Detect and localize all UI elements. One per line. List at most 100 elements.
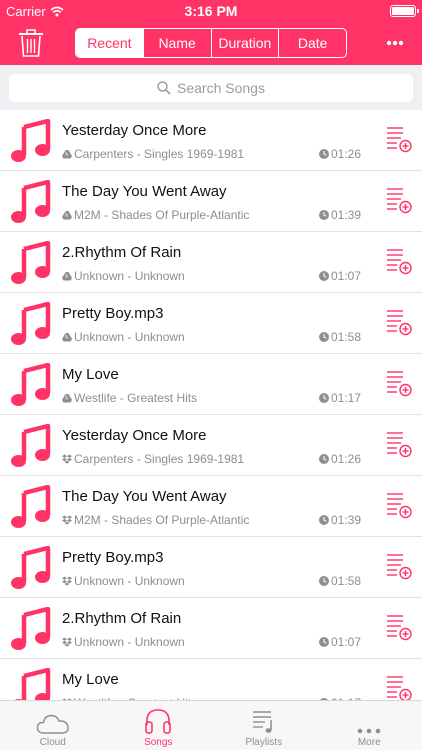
add-to-playlist-icon[interactable]	[386, 309, 412, 336]
song-list: Yesterday Once More Carpenters - Singles…	[0, 110, 422, 700]
tab-more[interactable]: More	[317, 701, 422, 750]
add-to-playlist-icon[interactable]	[386, 492, 412, 519]
drive-icon	[62, 394, 72, 403]
song-title: Pretty Boy.mp3	[62, 549, 164, 566]
song-title: 2.Rhythm Of Rain	[62, 244, 182, 261]
song-subtitle: Westlife - Greatest Hits	[74, 391, 198, 405]
search-input[interactable]: Search Songs	[9, 74, 413, 102]
song-subtitle: Unknown - Unknown	[74, 269, 185, 283]
music-note-icon	[14, 668, 51, 700]
music-note-icon	[11, 363, 51, 406]
song-row[interactable]: My Love Westlife - Greatest Hits 01:17	[0, 354, 422, 415]
add-to-playlist-icon[interactable]	[386, 126, 412, 153]
music-note-icon	[11, 119, 51, 162]
song-row[interactable]: Yesterday Once More Carpenters - Singles…	[0, 415, 422, 476]
clock-icon	[319, 576, 329, 586]
song-subtitle: Unknown - Unknown	[74, 635, 185, 649]
ellipsis-icon[interactable]	[386, 38, 404, 48]
drive-icon	[62, 150, 72, 159]
song-subtitle: Carpenters - Singles 1969-1981	[74, 452, 245, 466]
clock-icon	[319, 393, 329, 403]
add-to-playlist-icon[interactable]	[386, 431, 412, 458]
sort-tab-name[interactable]: Name	[144, 29, 212, 57]
song-duration-group: 01:07	[319, 269, 361, 283]
drive-icon	[62, 272, 72, 281]
clock-icon	[319, 149, 329, 159]
song-row[interactable]: Yesterday Once More Carpenters - Singles…	[0, 110, 422, 171]
song-title: The Day You Went Away	[62, 488, 227, 505]
song-duration-group: 01:39	[319, 208, 361, 222]
tab-label: More	[357, 737, 381, 748]
song-row[interactable]: The Day You Went Away M2M - Shades Of Pu…	[0, 171, 422, 232]
song-title: Pretty Boy.mp3	[62, 305, 164, 322]
song-row[interactable]: My Love Westlife - Greatest Hits 01:17	[0, 659, 422, 700]
clock-icon	[319, 210, 329, 220]
add-to-playlist-icon[interactable]	[386, 370, 412, 397]
add-to-playlist-icon[interactable]	[386, 187, 412, 214]
sort-tab-recent[interactable]: Recent	[76, 29, 144, 57]
song-title: 2.Rhythm Of Rain	[62, 610, 182, 627]
sort-segmented-control: Recent Name Duration Date	[75, 28, 347, 58]
song-row[interactable]: Pretty Boy.mp3 Unknown - Unknown 01:58	[0, 293, 422, 354]
song-duration-group: 01:39	[319, 513, 361, 527]
music-note-icon	[11, 607, 51, 650]
song-subtitle: Unknown - Unknown	[74, 330, 185, 344]
add-to-playlist-icon[interactable]	[386, 675, 412, 700]
song-row[interactable]: 2.Rhythm Of Rain Unknown - Unknown 01:07	[0, 598, 422, 659]
song-subtitle: Unknown - Unknown	[74, 574, 185, 588]
music-note-icon	[11, 485, 51, 528]
song-duration: 01:39	[331, 208, 362, 222]
headphones-icon	[145, 709, 172, 734]
song-title: My Love	[62, 366, 119, 383]
song-title: My Love	[62, 671, 119, 688]
tab-cloud[interactable]: Cloud	[0, 701, 106, 750]
drive-icon	[62, 333, 72, 342]
dropbox-icon	[62, 454, 72, 464]
music-note-icon	[11, 302, 51, 345]
song-duration: 01:26	[331, 147, 362, 161]
sort-tab-duration[interactable]: Duration	[212, 29, 280, 57]
song-duration: 01:07	[331, 635, 362, 649]
music-note-icon	[11, 241, 51, 284]
dropbox-icon	[62, 515, 72, 525]
song-duration-group: 01:58	[319, 574, 361, 588]
tab-playlists[interactable]: Playlists	[211, 701, 317, 750]
clock-time: 3:16 PM	[184, 3, 238, 19]
song-subtitle: Carpenters - Singles 1969-1981	[74, 147, 245, 161]
song-subtitle-group: Unknown - Unknown	[62, 330, 317, 344]
song-subtitle: M2M - Shades Of Purple-Atlantic	[74, 513, 250, 527]
song-duration: 01:58	[331, 574, 362, 588]
search-bar: Search Songs	[0, 65, 422, 110]
song-duration: 01:39	[331, 513, 362, 527]
playlist-icon	[252, 711, 272, 733]
song-duration: 01:17	[331, 391, 362, 405]
search-icon	[157, 81, 171, 95]
song-title: Yesterday Once More	[62, 122, 207, 139]
song-row[interactable]: Pretty Boy.mp3 Unknown - Unknown 01:58	[0, 537, 422, 598]
song-subtitle-group: Unknown - Unknown	[62, 574, 317, 588]
header: Carrier 3:16 PM Recent Name Duration Date	[0, 0, 422, 65]
song-subtitle-group: M2M - Shades Of Purple-Atlantic	[62, 208, 317, 222]
tab-bar: Cloud Songs Playlists More	[0, 700, 422, 750]
trash-icon[interactable]	[18, 29, 44, 57]
tab-label: Playlists	[245, 737, 283, 748]
song-subtitle-group: Carpenters - Singles 1969-1981	[62, 452, 317, 466]
dropbox-icon	[62, 637, 72, 647]
add-to-playlist-icon[interactable]	[386, 248, 412, 275]
cloud-icon	[36, 714, 69, 734]
song-row[interactable]: The Day You Went Away M2M - Shades Of Pu…	[0, 476, 422, 537]
music-note-icon	[11, 180, 51, 223]
song-duration: 01:26	[331, 452, 362, 466]
tab-label: Songs	[144, 737, 173, 748]
tab-songs[interactable]: Songs	[106, 701, 212, 750]
song-duration-group: 01:26	[319, 452, 361, 466]
song-duration-group: 01:26	[319, 147, 361, 161]
sort-tab-date[interactable]: Date	[279, 29, 346, 57]
dropbox-icon	[62, 576, 72, 586]
song-duration-group: 01:07	[319, 635, 361, 649]
add-to-playlist-icon[interactable]	[386, 553, 412, 580]
clock-icon	[319, 271, 329, 281]
song-row[interactable]: 2.Rhythm Of Rain Unknown - Unknown 01:07	[0, 232, 422, 293]
clock-icon	[319, 515, 329, 525]
add-to-playlist-icon[interactable]	[386, 614, 412, 641]
